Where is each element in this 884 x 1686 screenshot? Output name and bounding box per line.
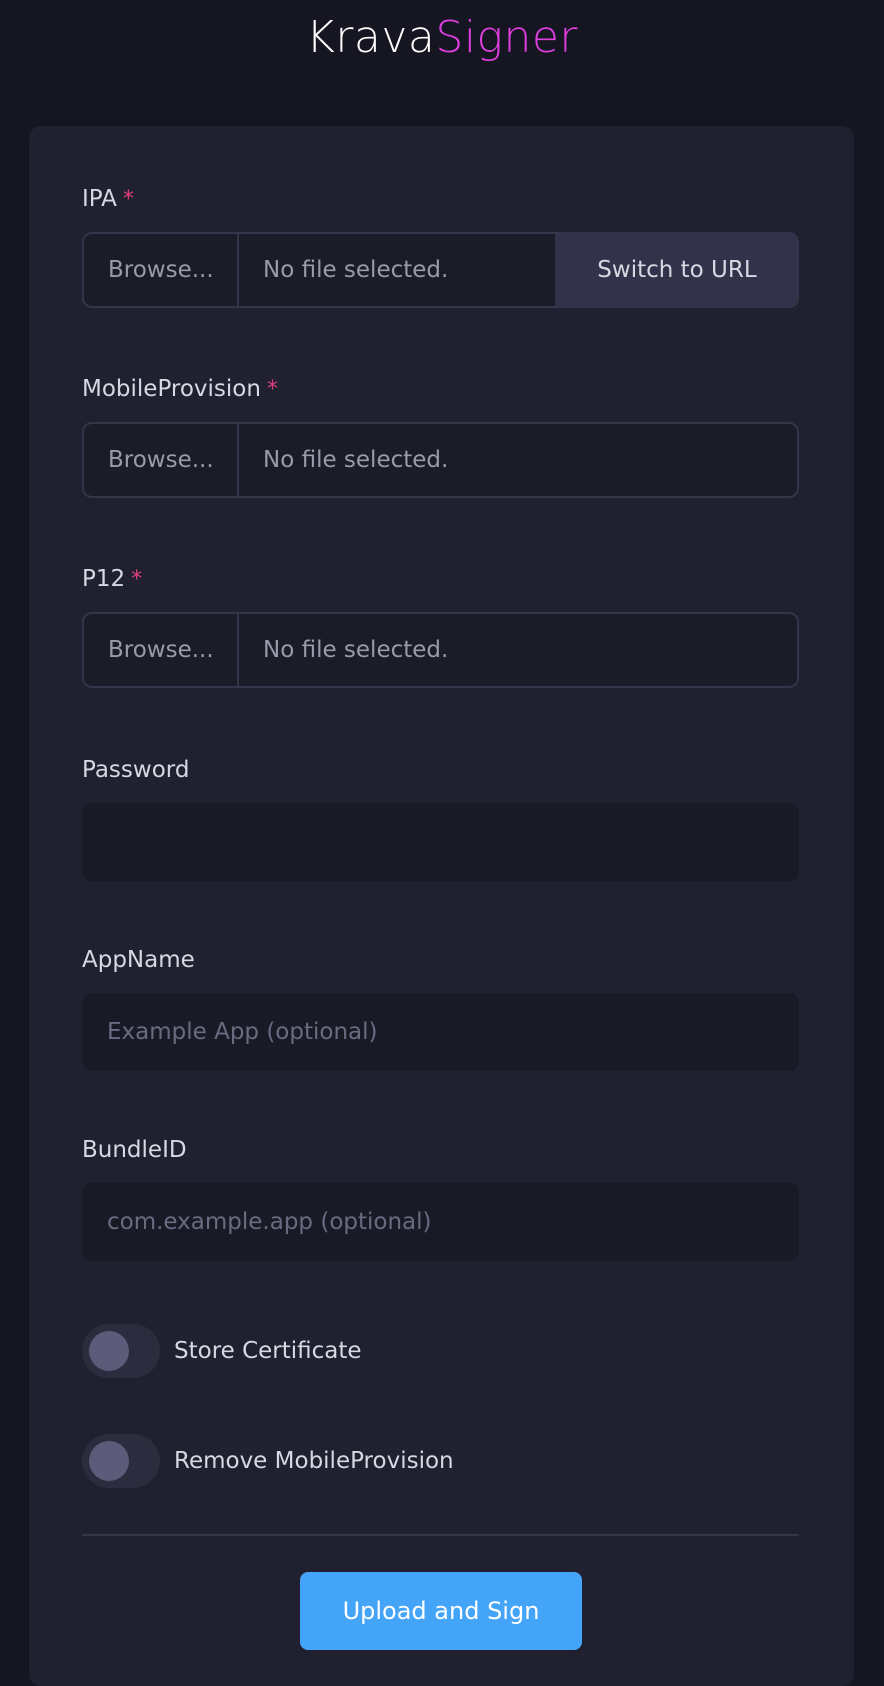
bundleid-field: BundleID com.example.app (optional) bbox=[82, 1135, 799, 1261]
toggle-knob bbox=[89, 1441, 129, 1481]
bundleid-label: BundleID bbox=[82, 1137, 187, 1163]
ipa-label-text: IPA bbox=[82, 186, 117, 212]
required-mark: * bbox=[122, 187, 134, 212]
logo-text-krava: Krava bbox=[305, 12, 436, 63]
store-certificate-label: Store Certificate bbox=[174, 1338, 362, 1364]
upload-and-sign-button[interactable]: Upload and Sign bbox=[300, 1572, 582, 1650]
remove-mobileprovision-label: Remove MobileProvision bbox=[174, 1448, 454, 1474]
mobileprovision-label-text: MobileProvision bbox=[82, 376, 261, 402]
password-input[interactable] bbox=[82, 803, 799, 881]
toggle-knob bbox=[89, 1331, 129, 1371]
p12-label: P12 * bbox=[82, 564, 799, 594]
remove-mobileprovision-row: Remove MobileProvision bbox=[82, 1433, 454, 1489]
p12-browse-button[interactable]: Browse... bbox=[84, 614, 239, 686]
appname-label: AppName bbox=[82, 947, 195, 973]
ipa-browse-button[interactable]: Browse... bbox=[84, 234, 239, 306]
mobileprovision-field: MobileProvision * Browse... No file selec… bbox=[82, 374, 799, 498]
logo: KravaSigner bbox=[0, 8, 884, 68]
required-mark: * bbox=[266, 377, 278, 402]
ipa-field: IPA * Browse... No file selected. Switch … bbox=[82, 184, 799, 308]
remove-mobileprovision-toggle[interactable] bbox=[82, 1434, 160, 1488]
divider bbox=[82, 1534, 799, 1536]
sign-form-card: IPA * Browse... No file selected. Switch … bbox=[29, 126, 854, 1686]
bundleid-input[interactable]: com.example.app (optional) bbox=[82, 1183, 799, 1261]
store-certificate-toggle[interactable] bbox=[82, 1324, 160, 1378]
store-certificate-row: Store Certificate bbox=[82, 1323, 362, 1379]
ipa-label: IPA * bbox=[82, 184, 799, 214]
password-label: Password bbox=[82, 757, 190, 783]
ipa-file-status: No file selected. bbox=[263, 257, 449, 283]
mobileprovision-file-status: No file selected. bbox=[263, 447, 449, 473]
ipa-file-input[interactable]: Browse... No file selected. Switch to UR… bbox=[82, 232, 799, 308]
p12-label-text: P12 bbox=[82, 566, 126, 592]
p12-field: P12 * Browse... No file selected. bbox=[82, 564, 799, 688]
appname-placeholder: Example App (optional) bbox=[107, 1019, 378, 1045]
password-field: Password bbox=[82, 755, 799, 881]
p12-file-status: No file selected. bbox=[263, 637, 449, 663]
mobileprovision-label: MobileProvision * bbox=[82, 374, 799, 404]
mobileprovision-browse-button[interactable]: Browse... bbox=[84, 424, 239, 496]
logo-text-signer: Signer bbox=[435, 12, 579, 63]
mobileprovision-file-input[interactable]: Browse... No file selected. bbox=[82, 422, 799, 498]
bundleid-placeholder: com.example.app (optional) bbox=[107, 1209, 432, 1235]
switch-to-url-button[interactable]: Switch to URL bbox=[555, 234, 797, 306]
appname-input[interactable]: Example App (optional) bbox=[82, 993, 799, 1071]
appname-field: AppName Example App (optional) bbox=[82, 945, 799, 1071]
required-mark: * bbox=[131, 567, 143, 592]
p12-file-input[interactable]: Browse... No file selected. bbox=[82, 612, 799, 688]
header: KravaSigner bbox=[0, 0, 884, 126]
